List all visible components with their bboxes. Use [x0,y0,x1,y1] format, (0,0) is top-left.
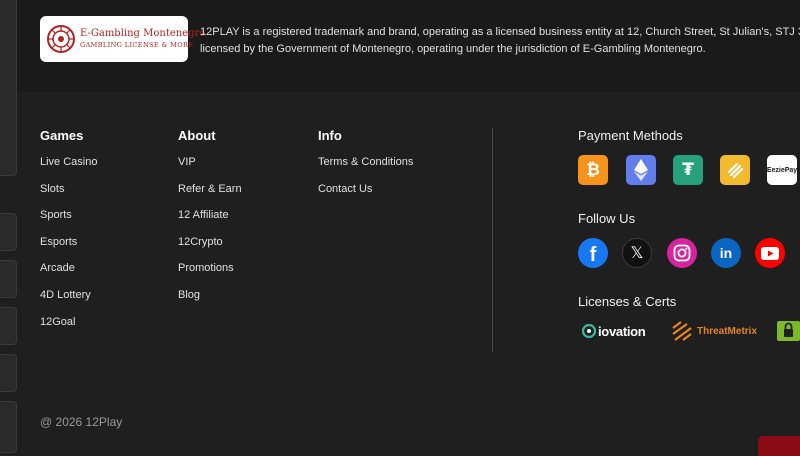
footer-link-contact-us[interactable]: Contact Us [318,181,413,208]
bitcoin-icon[interactable]: ₿ [578,155,608,185]
sidebar-tab[interactable] [0,260,17,298]
ssl-lock-icon[interactable] [777,320,800,342]
footer-link-arcade[interactable]: Arcade [40,260,97,287]
column-heading: Info [318,128,342,143]
binance-icon[interactable] [720,155,750,185]
sidebar-tab[interactable] [0,307,17,345]
footer-link-12goal[interactable]: 12Goal [40,314,97,341]
egambling-montenegro-logo[interactable]: E-Gambling Montenegro GAMBLING LICENSE &… [40,16,205,62]
footer-link-refer-earn[interactable]: Refer & Earn [178,181,242,208]
footer-column-about: About VIP Refer & Earn 12 Affiliate 12Cr… [178,128,242,314]
column-heading: About [178,128,216,143]
footer-link-vip[interactable]: VIP [178,154,242,181]
threatmetrix-logo[interactable]: ThreatMetrix [671,320,757,342]
logo-title: E-Gambling Montenegro [80,28,206,40]
iovation-label: iovation [598,323,646,339]
footer-link-terms-conditions[interactable]: Terms & Conditions [318,154,413,181]
eeziepay-icon[interactable]: EeziePay [767,155,797,185]
footer-link-slots[interactable]: Slots [40,181,97,208]
roulette-wheel-icon [47,25,75,53]
ethereum-icon[interactable] [626,155,656,185]
disclaimer-line: 12PLAY is a registered trademark and bra… [200,26,800,38]
footer-link-blog[interactable]: Blog [178,287,242,314]
threatmetrix-label: ThreatMetrix [697,325,758,337]
sidebar-tab[interactable] [0,0,17,176]
sidebar-tab[interactable] [0,213,17,251]
footer-link-sports[interactable]: Sports [40,207,97,234]
column-heading: Games [40,128,84,143]
license-disclaimer: 12PLAY is a registered trademark and bra… [200,24,800,58]
footer-link-12-affiliate[interactable]: 12 Affiliate [178,207,242,234]
licenses-certs-heading: Licenses & Certs [578,294,677,309]
logo-subtitle: GAMBLING LICENSE & MORE [80,41,194,50]
follow-us-heading: Follow Us [578,211,636,226]
disclaimer-line: licensed by the Government of Montenegro… [200,43,706,55]
footer-column-games: Games Live Casino Slots Sports Esports A… [40,128,97,340]
footer-link-4d-lottery[interactable]: 4D Lottery [40,287,97,314]
footer-column-info: Info Terms & Conditions Contact Us [318,128,413,207]
instagram-icon[interactable] [667,238,697,268]
footer-link-12crypto[interactable]: 12Crypto [178,234,242,261]
youtube-icon[interactable] [755,238,785,268]
footer-link-promotions[interactable]: Promotions [178,260,242,287]
column-divider [492,128,493,352]
iovation-logo[interactable]: iovation [582,320,646,342]
x-icon[interactable]: 𝕏 [622,238,652,268]
copyright-text: @ 2026 12Play [40,415,123,429]
floating-action-button[interactable] [758,436,800,456]
eeziepay-label: EeziePay [766,166,798,174]
facebook-icon[interactable]: f [578,238,608,268]
footer-link-esports[interactable]: Esports [40,234,97,261]
left-sidebar [0,0,22,453]
sidebar-tab[interactable] [0,354,17,392]
payment-methods-heading: Payment Methods [578,128,683,143]
linkedin-icon[interactable]: in [711,238,741,268]
footer-link-live-casino[interactable]: Live Casino [40,154,97,181]
sidebar-tab[interactable] [0,401,17,453]
tether-icon[interactable]: ₮ [673,155,703,185]
